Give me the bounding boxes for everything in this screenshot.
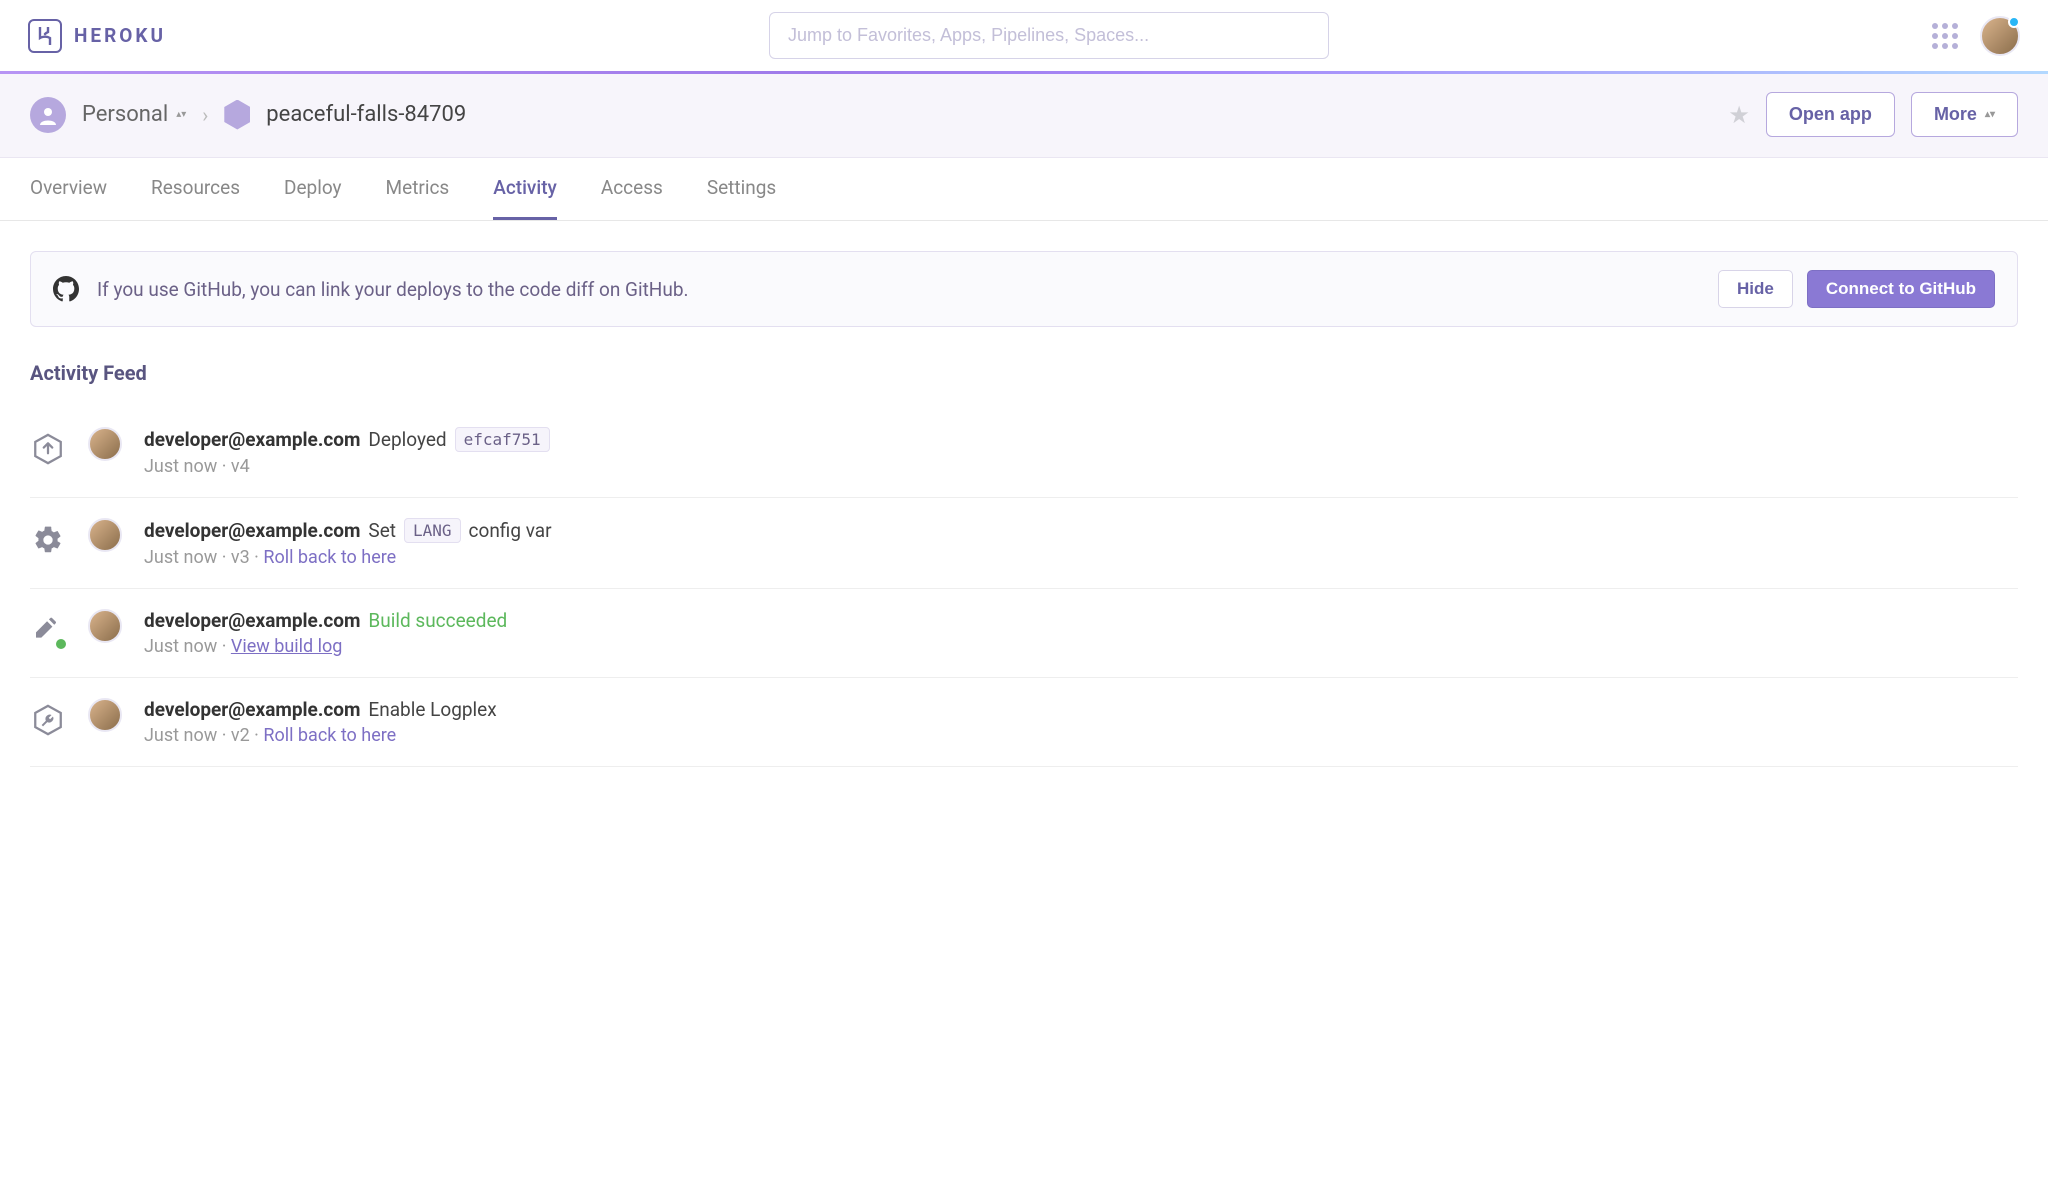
tab-overview[interactable]: Overview (30, 158, 107, 220)
feed-meta: Just now · v2 · Roll back to here (144, 725, 2018, 746)
feed-body: developer@example.com Set LANG config va… (144, 518, 2018, 568)
banner-text: If you use GitHub, you can link your dep… (97, 278, 689, 301)
feed-item: developer@example.com Build succeeded Ju… (30, 589, 2018, 678)
search-input[interactable] (769, 12, 1329, 59)
person-icon (30, 97, 66, 133)
open-app-label: Open app (1789, 104, 1872, 125)
connect-github-button[interactable]: Connect to GitHub (1807, 270, 1995, 308)
user-avatar[interactable] (1980, 16, 2020, 56)
config-var-chip: LANG (404, 518, 461, 543)
notification-dot-icon (2008, 16, 2020, 28)
view-build-log-link[interactable]: View build log (231, 636, 343, 657)
updown-icon: ▴▾ (176, 112, 186, 118)
feed-user: developer@example.com (144, 698, 360, 721)
tabs: Overview Resources Deploy Metrics Activi… (0, 158, 2048, 221)
topbar-right (1932, 16, 2020, 56)
gear-icon (30, 522, 66, 558)
feed-meta: Just now · v4 (144, 456, 2018, 477)
star-icon[interactable]: ★ (1728, 101, 1750, 129)
tab-access[interactable]: Access (601, 158, 663, 220)
feed-item: developer@example.com Enable Logplex Jus… (30, 678, 2018, 767)
wrench-icon (30, 702, 66, 738)
rollback-link[interactable]: Roll back to here (263, 725, 396, 746)
feed-summary: developer@example.com Deployed efcaf751 (144, 427, 2018, 452)
rollback-link[interactable]: Roll back to here (263, 547, 396, 568)
logo[interactable]: HEROKU (28, 19, 166, 53)
content: If you use GitHub, you can link your dep… (0, 221, 2048, 797)
feed-version: v4 (231, 456, 250, 477)
top-bar: HEROKU (0, 0, 2048, 72)
breadcrumb-bar: Personal ▴▾ › peaceful-falls-84709 ★ Ope… (0, 72, 2048, 158)
feed-action: Deployed (368, 428, 446, 451)
build-status: Build succeeded (368, 609, 507, 632)
more-button[interactable]: More ▴▾ (1911, 92, 2018, 137)
feed-item: developer@example.com Set LANG config va… (30, 498, 2018, 589)
feed-action: Enable Logplex (368, 698, 496, 721)
banner-actions: Hide Connect to GitHub (1718, 270, 1995, 308)
tab-activity[interactable]: Activity (493, 158, 557, 220)
success-badge-icon (54, 637, 68, 651)
feed-time: Just now (144, 456, 217, 477)
feed-suffix: config var (469, 519, 552, 542)
feed-action: Set (368, 519, 396, 542)
breadcrumb-actions: ★ Open app More ▴▾ (1728, 92, 2018, 137)
feed-summary: developer@example.com Enable Logplex (144, 698, 2018, 721)
more-label: More (1934, 104, 1977, 125)
search-container (166, 12, 1932, 59)
feed-time: Just now (144, 636, 217, 657)
tab-metrics[interactable]: Metrics (386, 158, 450, 220)
github-icon (53, 276, 79, 302)
feed-meta: Just now · v3 · Roll back to here (144, 547, 2018, 568)
banner-left: If you use GitHub, you can link your dep… (53, 276, 689, 302)
open-app-button[interactable]: Open app (1766, 92, 1895, 137)
deploy-icon (30, 431, 66, 467)
feed-version: v2 (231, 725, 250, 746)
tab-deploy[interactable]: Deploy (284, 158, 342, 220)
feed-meta: Just now · View build log (144, 636, 2018, 657)
feed-summary: developer@example.com Build succeeded (144, 609, 2018, 632)
user-avatar-small (88, 698, 122, 732)
feed-user: developer@example.com (144, 428, 360, 451)
feed-body: developer@example.com Deployed efcaf751 … (144, 427, 2018, 477)
feed-user: developer@example.com (144, 609, 360, 632)
feed-body: developer@example.com Enable Logplex Jus… (144, 698, 2018, 746)
user-avatar-small (88, 427, 122, 461)
feed-time: Just now (144, 725, 217, 746)
feed-time: Just now (144, 547, 217, 568)
breadcrumb: Personal ▴▾ › peaceful-falls-84709 (30, 97, 466, 133)
commit-chip[interactable]: efcaf751 (455, 427, 550, 452)
team-selector[interactable]: Personal ▴▾ (82, 102, 186, 127)
apps-grid-icon[interactable] (1932, 23, 1958, 49)
feed-user: developer@example.com (144, 519, 360, 542)
feed-title: Activity Feed (30, 361, 2018, 385)
app-name: peaceful-falls-84709 (266, 102, 466, 127)
updown-icon: ▴▾ (1985, 112, 1995, 118)
feed-summary: developer@example.com Set LANG config va… (144, 518, 2018, 543)
chevron-right-icon: › (202, 103, 208, 127)
feed-item: developer@example.com Deployed efcaf751 … (30, 407, 2018, 498)
build-icon (30, 613, 66, 649)
user-avatar-small (88, 609, 122, 643)
app-hex-icon (224, 100, 250, 130)
heroku-logo-icon (28, 19, 62, 53)
github-banner: If you use GitHub, you can link your dep… (30, 251, 2018, 327)
feed-version: v3 (231, 547, 250, 568)
tab-resources[interactable]: Resources (151, 158, 240, 220)
user-avatar-small (88, 518, 122, 552)
brand-text: HEROKU (74, 24, 166, 47)
feed-body: developer@example.com Build succeeded Ju… (144, 609, 2018, 657)
hide-button[interactable]: Hide (1718, 270, 1793, 308)
tab-settings[interactable]: Settings (707, 158, 776, 220)
team-name: Personal (82, 102, 168, 127)
